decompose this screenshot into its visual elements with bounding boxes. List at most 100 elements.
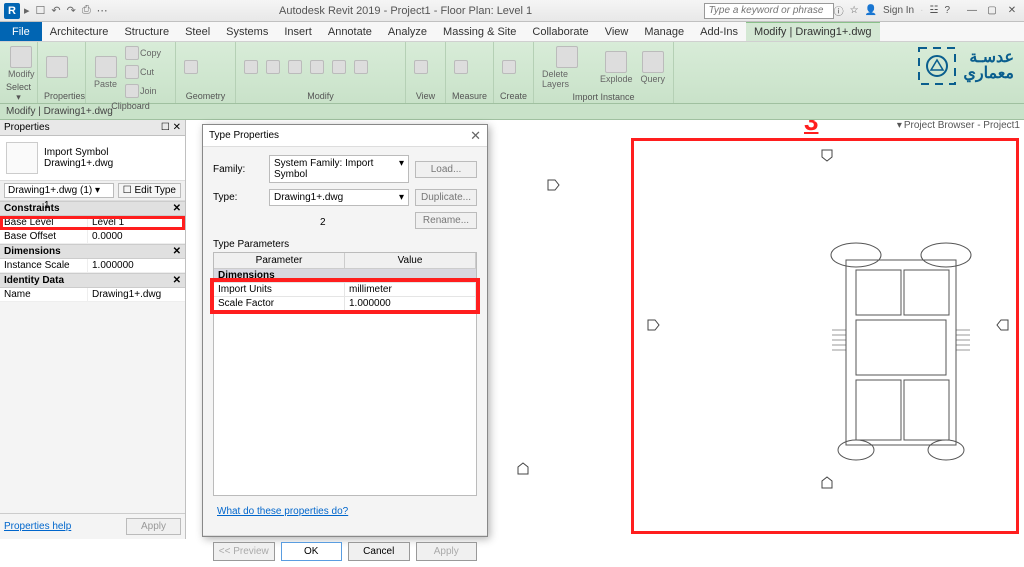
project-browser-tab[interactable]: ▾ Project Browser - Project1 [897,120,1020,131]
edit-type-button[interactable]: ☐ Edit Type [118,183,181,198]
name-value[interactable]: Drawing1+.dwg [88,288,185,301]
elevation-mark-north[interactable] [820,148,834,162]
tab-modify-context[interactable]: Modify | Drawing1+.dwg [746,22,880,41]
tab-steel[interactable]: Steel [177,22,218,41]
instance-scale-value[interactable]: 1.000000 [88,259,185,272]
constraints-group[interactable]: Constraints [4,203,60,214]
base-offset-value[interactable]: 0.0000 [88,230,185,243]
tab-annotate[interactable]: Annotate [320,22,380,41]
close-button[interactable]: ✕ [1004,5,1020,16]
cancel-button[interactable]: Cancel [348,542,410,561]
signin-link[interactable]: Sign In [883,5,914,16]
duplicate-button[interactable]: Duplicate... [415,189,477,206]
tab-collaborate[interactable]: Collaborate [524,22,596,41]
explode-icon[interactable] [605,51,627,73]
user-icon[interactable]: 👤 [865,5,877,16]
annotation-1: 1 [44,200,50,211]
tab-massing[interactable]: Massing & Site [435,22,524,41]
dimensions-group-header[interactable]: Dimensions [214,269,476,282]
import-units-value[interactable]: millimeter [345,283,476,296]
brand-logo: عدسـةمعماري [917,46,1014,86]
modify-tool-icon[interactable] [10,46,32,68]
delete-layers-icon[interactable] [556,46,578,68]
rename-button[interactable]: Rename... [415,212,477,229]
tab-analyze[interactable]: Analyze [380,22,435,41]
star-icon[interactable]: ☆ [850,5,859,16]
elevation-mark-extra2[interactable] [516,462,530,476]
tab-view[interactable]: View [597,22,637,41]
row-scale-factor[interactable]: Scale Factor 1.000000 [214,296,476,310]
tab-structure[interactable]: Structure [116,22,177,41]
select-group-label[interactable]: Select ▾ [6,81,31,103]
view-icon[interactable] [414,60,428,74]
apply-button[interactable]: Apply [126,518,181,535]
maximize-button[interactable]: ▢ [984,5,1000,16]
geometry-icon[interactable] [184,60,198,74]
type-combo[interactable]: Drawing1+.dwg▾ [269,189,409,206]
row-base-level[interactable]: Base Level Level 1 [0,216,185,230]
tab-insert[interactable]: Insert [276,22,320,41]
palette-close-icon[interactable]: ☐ ✕ [161,122,181,133]
quick-access-toolbar[interactable]: ▸ ☐ ↶ ↷ ⎙ ⋯ [24,4,108,17]
what-do-link[interactable]: What do these properties do? [217,506,348,517]
row-name[interactable]: Name Drawing1+.dwg [0,288,185,302]
trim-icon[interactable] [332,60,346,74]
minimize-button[interactable]: — [964,5,980,16]
type-selector[interactable]: Drawing1+.dwg (1) ▾ [4,183,114,198]
move-icon[interactable] [266,60,280,74]
array-icon[interactable] [354,60,368,74]
elevation-mark-west[interactable] [646,318,660,332]
save-icon[interactable]: ☐ [36,4,46,17]
properties-group-label: Properties [44,90,79,101]
undo-icon[interactable]: ↶ [51,4,60,17]
copy-icon[interactable] [125,46,139,60]
join-icon[interactable] [125,84,139,98]
dimensions-group[interactable]: Dimensions [4,246,61,257]
paste-icon[interactable] [95,56,117,78]
tab-manage[interactable]: Manage [636,22,692,41]
elevation-mark-extra1[interactable] [546,178,560,192]
mirror-icon[interactable] [310,60,324,74]
load-button[interactable]: Load... [415,161,477,178]
cut-label: Cut [140,67,154,77]
dialog-close-icon[interactable]: ✕ [470,128,481,144]
create-icon[interactable] [502,60,516,74]
scale-factor-value[interactable]: 1.000000 [345,297,476,310]
open-icon[interactable]: ▸ [24,4,30,17]
name-key: Name [0,288,88,301]
search-input[interactable] [704,3,834,19]
more-icon[interactable]: ⋯ [97,4,108,17]
explode-label: Explode [600,74,633,84]
row-import-units[interactable]: Import Units millimeter [214,282,476,296]
row-instance-scale[interactable]: Instance Scale 1.000000 [0,259,185,273]
dialog-title: Type Properties [209,130,279,141]
info-icon[interactable]: ⓘ [834,3,844,18]
import-group-label: Import Instance [540,91,667,102]
preview-button[interactable]: << Preview [213,542,275,561]
file-menu[interactable]: File [0,22,42,41]
print-icon[interactable]: ⎙ [82,4,91,17]
measure-icon[interactable] [454,60,468,74]
ok-button[interactable]: OK [281,542,343,561]
cart-icon[interactable]: ☳ [929,5,938,16]
help-icon[interactable]: ? [944,5,950,16]
modify-label: Modify [8,69,35,79]
base-level-value[interactable]: Level 1 [88,216,185,229]
redo-icon[interactable]: ↷ [67,4,76,17]
elevation-mark-south[interactable] [820,476,834,490]
align-icon[interactable] [244,60,258,74]
dialog-apply-button[interactable]: Apply [416,542,478,561]
row-base-offset[interactable]: Base Offset 0.0000 [0,230,185,244]
imported-dwg-plan[interactable] [786,235,1016,465]
cut-icon[interactable] [125,65,139,79]
view-group-label: View [412,90,439,101]
tab-architecture[interactable]: Architecture [42,22,117,41]
query-icon[interactable] [642,51,664,73]
properties-icon[interactable] [46,56,68,78]
rotate-icon[interactable] [288,60,302,74]
tab-addins[interactable]: Add-Ins [692,22,746,41]
family-combo[interactable]: System Family: Import Symbol▾ [269,155,409,183]
properties-help-link[interactable]: Properties help [4,521,71,532]
identity-group[interactable]: Identity Data [4,275,64,286]
tab-systems[interactable]: Systems [218,22,276,41]
